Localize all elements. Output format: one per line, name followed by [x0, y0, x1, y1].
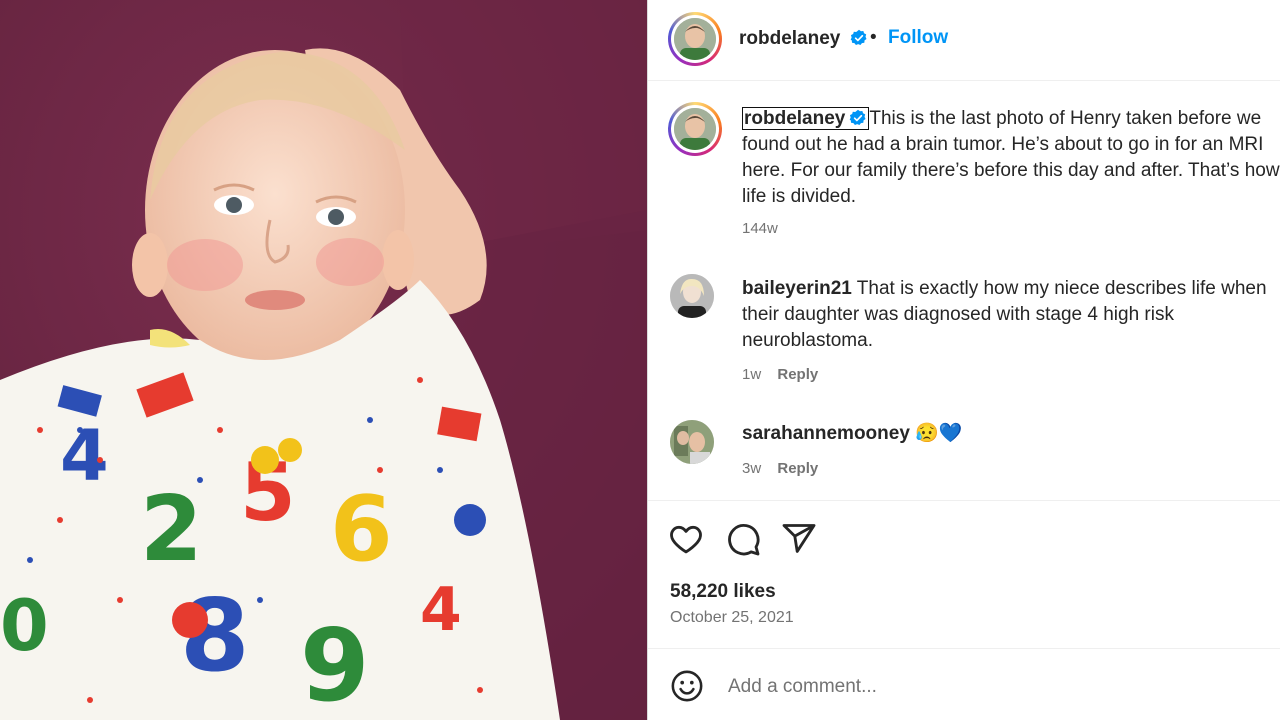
post-actions: 58,220 likes October 25, 2021 [648, 500, 1280, 649]
post-side-panel: robdelaney • Follow robdelaney This is t… [647, 0, 1280, 720]
post-caption: robdelaney This is the last photo of Hen… [742, 106, 1280, 210]
caption-username-text[interactable]: robdelaney [744, 108, 845, 129]
comment-meta: 3w Reply [742, 460, 818, 477]
comment-input[interactable] [726, 671, 1250, 703]
follow-button[interactable]: Follow [888, 27, 948, 49]
svg-text:6: 6 [330, 477, 393, 582]
verified-badge-icon [850, 29, 867, 45]
post-date[interactable]: October 25, 2021 [670, 609, 794, 627]
likes-count[interactable]: 58,220 likes [670, 581, 776, 603]
caption-username[interactable]: robdelaney [742, 107, 870, 130]
comment-icon[interactable] [725, 521, 761, 557]
comment-timestamp[interactable]: 1w [742, 366, 761, 383]
comment-meta: 1w Reply [742, 366, 818, 383]
verified-badge-icon [850, 109, 866, 125]
post-photo-illustration: 5 2 6 8 9 4 4 0 [0, 0, 647, 720]
svg-text:4: 4 [420, 575, 462, 645]
instagram-post-view: 5 2 6 8 9 4 4 0 robdelaney • Follow robd… [0, 0, 1280, 720]
svg-text:0: 0 [0, 585, 49, 667]
share-icon[interactable] [781, 521, 817, 557]
svg-text:9: 9 [300, 607, 370, 720]
header-separator: • [870, 27, 877, 48]
comment-username[interactable]: baileyerin21 [742, 278, 852, 299]
comment-body: sarahannemooney 😥💙 [742, 421, 1280, 447]
svg-text:4: 4 [60, 415, 109, 497]
reply-button[interactable]: Reply [777, 460, 818, 477]
post-header: robdelaney • Follow [648, 0, 1280, 81]
comment-body: baileyerin21 That is exactly how my niec… [742, 276, 1280, 354]
post-photo[interactable]: 5 2 6 8 9 4 4 0 [0, 0, 647, 720]
author-avatar[interactable] [668, 12, 722, 66]
comment-text: 😥💙 [915, 423, 963, 444]
heart-icon[interactable] [668, 521, 704, 557]
comments-section[interactable]: robdelaney This is the last photo of Hen… [648, 80, 1280, 500]
author-username[interactable]: robdelaney [739, 28, 868, 50]
add-comment-bar [648, 648, 1280, 721]
smile-icon[interactable] [670, 669, 704, 703]
reply-button[interactable]: Reply [777, 366, 818, 383]
svg-text:2: 2 [140, 477, 203, 582]
caption-timestamp[interactable]: 144w [742, 220, 778, 237]
caption-avatar[interactable] [668, 102, 722, 156]
comment-username[interactable]: sarahannemooney [742, 423, 910, 444]
commenter-avatar[interactable] [670, 274, 714, 318]
author-username-text[interactable]: robdelaney [739, 28, 840, 49]
commenter-avatar[interactable] [670, 420, 714, 464]
comment-timestamp[interactable]: 3w [742, 460, 761, 477]
